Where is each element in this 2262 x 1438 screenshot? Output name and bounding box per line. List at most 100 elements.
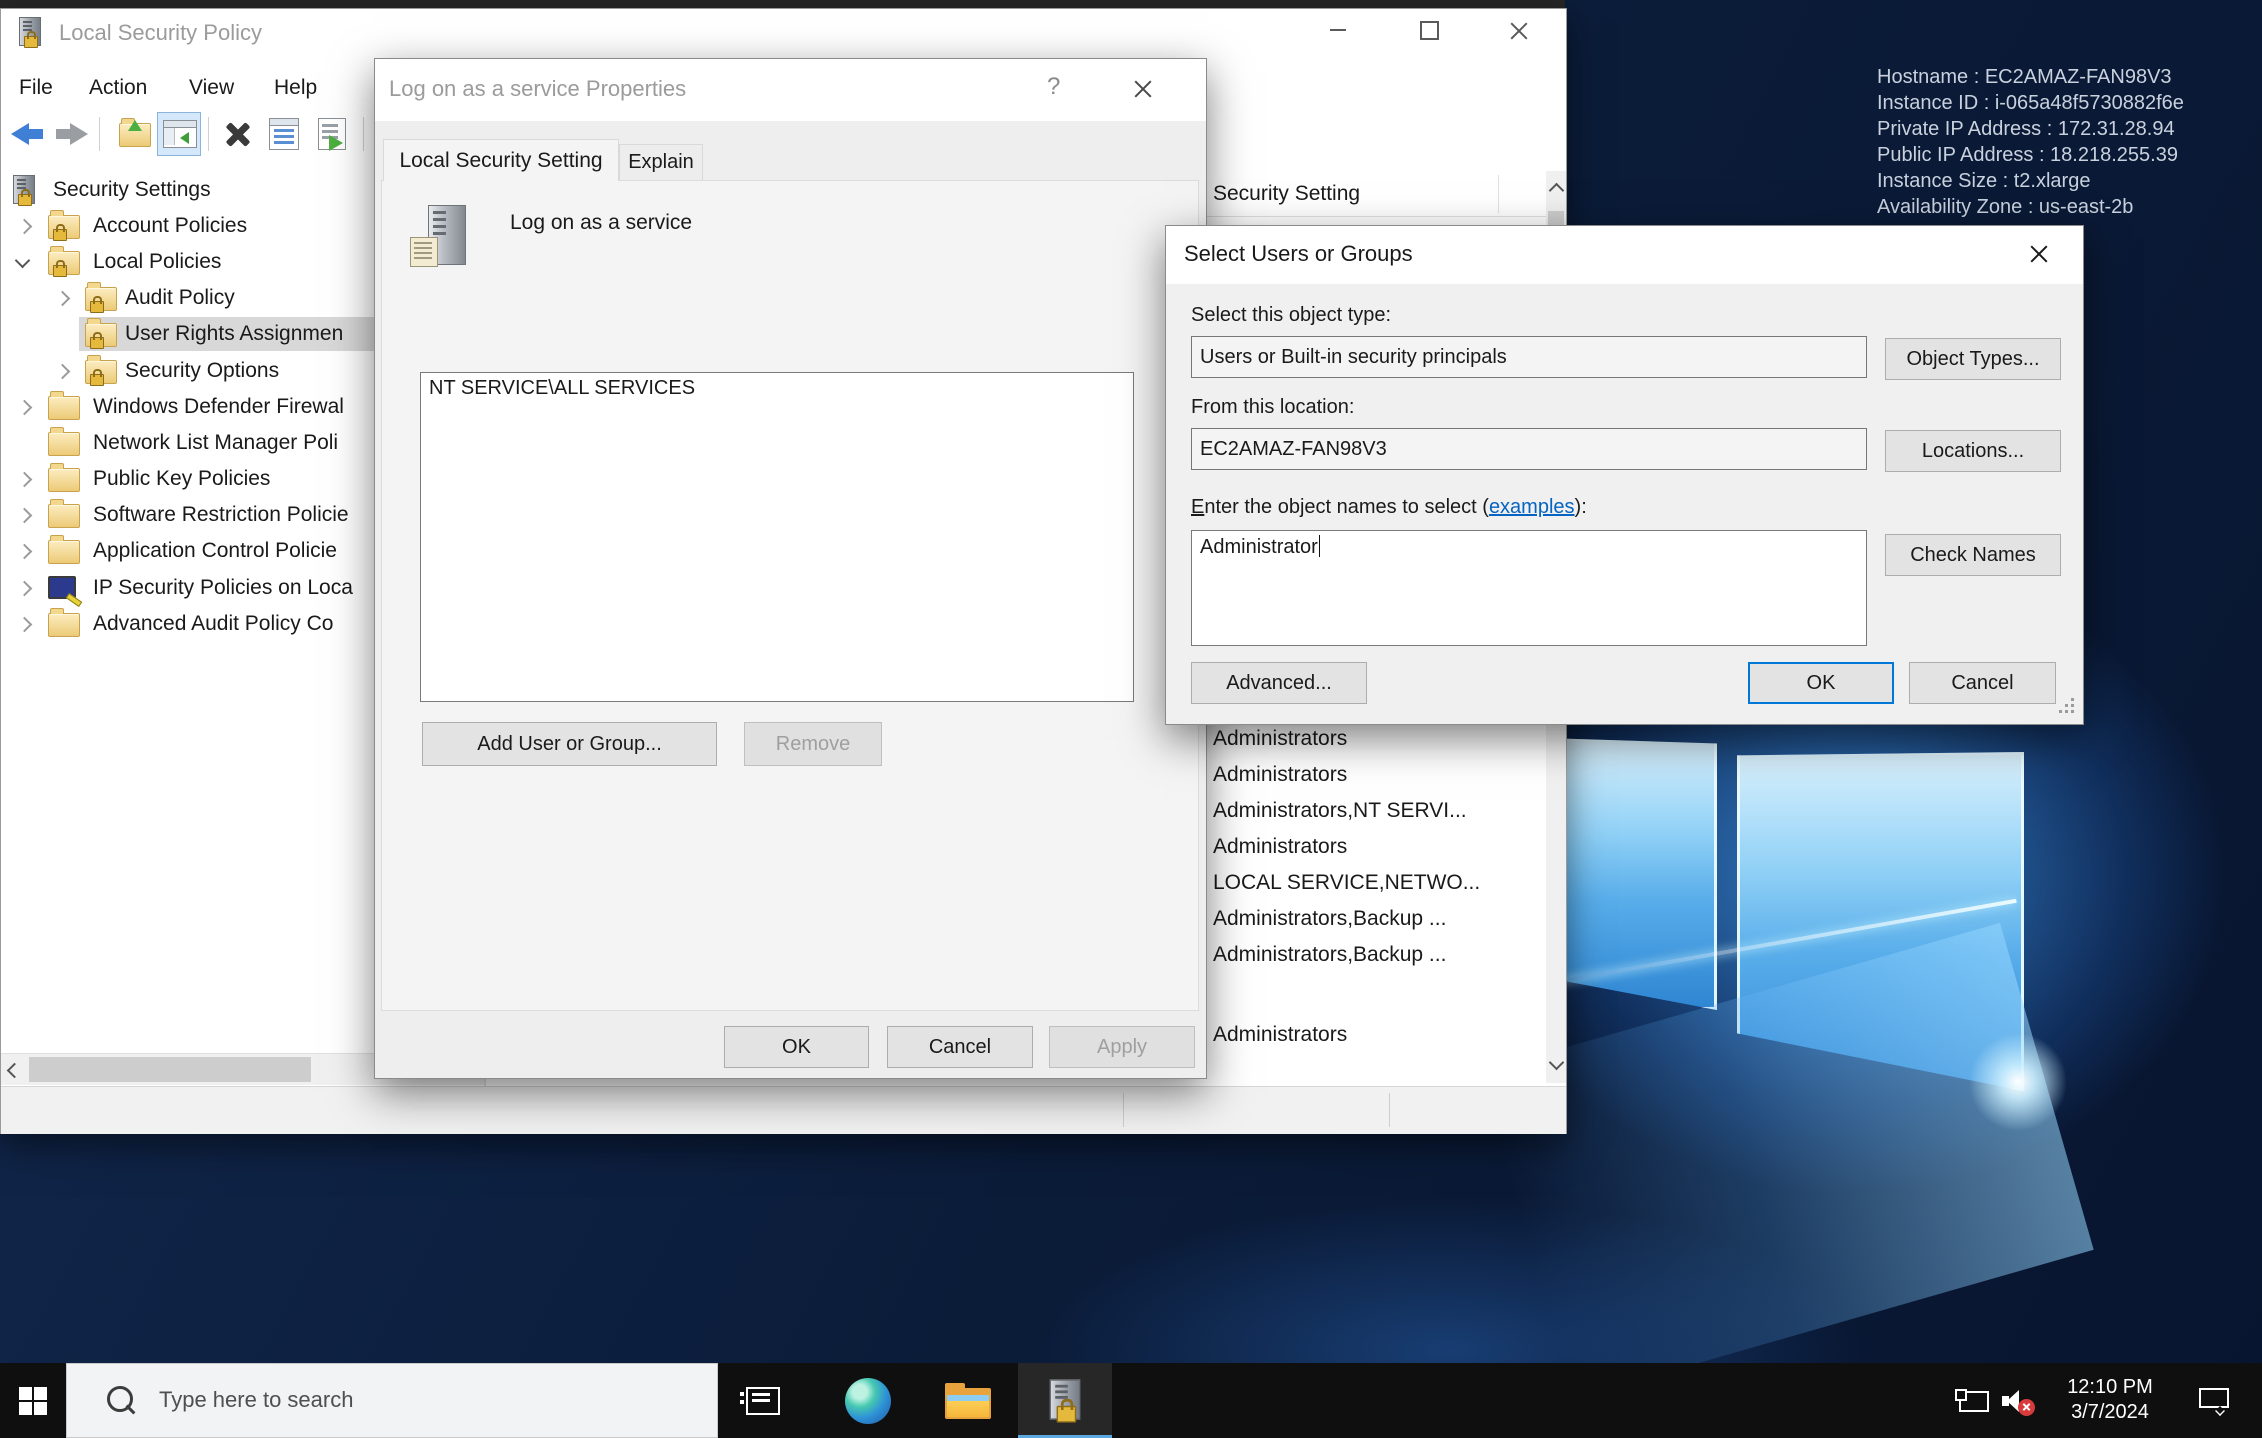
tree-item-label: Public Key Policies bbox=[93, 467, 270, 491]
apply-button[interactable]: Apply bbox=[1049, 1026, 1195, 1068]
examples-link[interactable]: examples bbox=[1489, 496, 1575, 518]
back-icon-tail bbox=[29, 129, 43, 139]
ok-button[interactable]: OK bbox=[724, 1026, 869, 1068]
maximize-button[interactable] bbox=[1420, 21, 1439, 40]
menu-action[interactable]: Action bbox=[89, 76, 147, 100]
advanced-button[interactable]: Advanced... bbox=[1191, 662, 1367, 704]
menu-help[interactable]: Help bbox=[274, 76, 317, 100]
tree-item-label: Windows Defender Firewal bbox=[93, 395, 344, 419]
menu-view[interactable]: View bbox=[189, 76, 234, 100]
tab-explain[interactable]: Explain bbox=[619, 144, 703, 181]
scroll-up-icon[interactable] bbox=[1549, 183, 1565, 199]
instance-info-line: Instance Size : t2.xlarge bbox=[1877, 168, 2184, 194]
close-button[interactable] bbox=[1508, 21, 1530, 41]
tab-page: Log on as a service NT SERVICE\ALL SERVI… bbox=[381, 180, 1199, 1011]
check-names-button[interactable]: Check Names bbox=[1885, 534, 2061, 576]
list-item[interactable]: LOCAL SERVICE,NETWO... bbox=[1213, 871, 1480, 895]
chevron-right-icon[interactable] bbox=[17, 581, 33, 597]
cancel-button[interactable]: Cancel bbox=[887, 1026, 1033, 1068]
object-type-field: Users or Built-in security principals bbox=[1191, 336, 1867, 378]
title-bar[interactable]: Local Security Policy bbox=[1, 9, 1566, 51]
locations-button[interactable]: Locations... bbox=[1885, 430, 2061, 472]
chevron-right-icon[interactable] bbox=[55, 291, 71, 307]
folder-lock-icon bbox=[85, 287, 117, 311]
app-icon bbox=[1050, 1379, 1081, 1420]
object-types-button[interactable]: Object Types... bbox=[1885, 338, 2061, 380]
dialog-title: Select Users or Groups bbox=[1184, 241, 1413, 267]
list-item[interactable]: Administrators,Backup ... bbox=[1213, 907, 1446, 931]
up-folder-icon[interactable] bbox=[119, 123, 151, 147]
folder-lock-icon bbox=[48, 215, 80, 239]
close-icon[interactable] bbox=[2028, 244, 2050, 264]
clock[interactable]: 12:10 PM 3/7/2024 bbox=[2050, 1375, 2170, 1425]
chevron-right-icon[interactable] bbox=[17, 219, 33, 235]
menu-file[interactable]: File bbox=[19, 76, 53, 100]
folder-icon bbox=[48, 396, 80, 420]
file-explorer-button[interactable] bbox=[940, 1363, 996, 1438]
object-type-label: Select this object type: bbox=[1191, 304, 1391, 327]
member-entry[interactable]: NT SERVICE\ALL SERVICES bbox=[429, 377, 695, 400]
object-names-label-text: nter the object names to select ( bbox=[1204, 496, 1489, 518]
scroll-left-icon[interactable] bbox=[7, 1063, 23, 1079]
chevron-down-icon[interactable] bbox=[15, 253, 31, 269]
dialog-title: Log on as a service Properties bbox=[389, 76, 686, 102]
policy-icon-paper bbox=[410, 237, 438, 267]
volume-tray-button[interactable] bbox=[1994, 1363, 2044, 1438]
ipsec-monitor-key-icon bbox=[48, 576, 76, 599]
edge-browser-button[interactable] bbox=[840, 1363, 896, 1438]
close-icon[interactable] bbox=[1132, 79, 1154, 99]
folder-lock-icon bbox=[85, 323, 117, 347]
toolbar-separator bbox=[363, 117, 364, 151]
dialog-title-bar[interactable]: Select Users or Groups bbox=[1166, 226, 2083, 284]
scroll-down-icon[interactable] bbox=[1549, 1055, 1565, 1071]
chevron-right-icon[interactable] bbox=[17, 472, 33, 488]
tree-item-label: Audit Policy bbox=[125, 286, 235, 310]
add-user-or-group-button[interactable]: Add User or Group... bbox=[422, 722, 717, 766]
tab-local-security-setting[interactable]: Local Security Setting bbox=[383, 139, 619, 181]
chevron-right-icon[interactable] bbox=[55, 364, 71, 380]
minimize-button[interactable] bbox=[1330, 29, 1346, 31]
delete-icon[interactable] bbox=[223, 119, 253, 149]
object-names-value: Administrator bbox=[1200, 535, 1320, 559]
network-tray-button[interactable] bbox=[1946, 1363, 1996, 1438]
column-header-security-setting[interactable]: Security Setting bbox=[1213, 182, 1360, 206]
chevron-right-icon[interactable] bbox=[17, 544, 33, 560]
resize-grip[interactable] bbox=[2059, 698, 2075, 714]
members-listbox[interactable]: NT SERVICE\ALL SERVICES bbox=[420, 372, 1134, 702]
local-security-policy-taskbar-button[interactable] bbox=[1018, 1363, 1112, 1438]
action-center-button[interactable] bbox=[2186, 1363, 2242, 1438]
list-item[interactable]: Administrators bbox=[1213, 835, 1347, 859]
list-item[interactable]: Administrators bbox=[1213, 763, 1347, 787]
edge-icon bbox=[845, 1378, 891, 1424]
scrollbar-thumb[interactable] bbox=[29, 1057, 311, 1082]
cancel-button[interactable]: Cancel bbox=[1909, 662, 2056, 704]
column-divider[interactable] bbox=[1498, 175, 1499, 213]
show-console-tree-icon[interactable] bbox=[157, 112, 201, 156]
object-names-textarea[interactable]: Administrator bbox=[1191, 530, 1867, 646]
back-icon[interactable] bbox=[11, 123, 29, 145]
taskbar-search-box[interactable]: Type here to search bbox=[66, 1363, 718, 1438]
export-list-icon[interactable] bbox=[318, 118, 346, 150]
list-item[interactable]: Administrators bbox=[1213, 727, 1347, 751]
location-value: EC2AMAZ-FAN98V3 bbox=[1200, 438, 1387, 461]
forward-icon[interactable] bbox=[70, 123, 88, 145]
dialog-title-bar[interactable]: Log on as a service Properties ? bbox=[375, 59, 1206, 121]
clock-time: 12:10 PM bbox=[2050, 1375, 2170, 1400]
tree-item-label: User Rights Assignmen bbox=[125, 322, 343, 346]
help-button[interactable]: ? bbox=[1047, 73, 1060, 101]
remove-button[interactable]: Remove bbox=[744, 722, 882, 766]
status-bar-divider bbox=[1389, 1093, 1390, 1127]
list-item[interactable]: Administrators,Backup ... bbox=[1213, 943, 1446, 967]
tree-item-label: Security Settings bbox=[53, 178, 211, 202]
start-button[interactable] bbox=[0, 1363, 66, 1438]
chevron-right-icon[interactable] bbox=[17, 508, 33, 524]
task-view-button[interactable] bbox=[735, 1363, 791, 1438]
list-item[interactable]: Administrators,NT SERVI... bbox=[1213, 799, 1467, 823]
ok-button[interactable]: OK bbox=[1748, 662, 1894, 704]
list-item[interactable]: Administrators bbox=[1213, 1023, 1347, 1047]
tree-item-label: Software Restriction Policie bbox=[93, 503, 349, 527]
chevron-right-icon[interactable] bbox=[17, 617, 33, 633]
properties-icon[interactable] bbox=[269, 118, 299, 150]
chevron-right-icon[interactable] bbox=[17, 400, 33, 416]
app-icon bbox=[19, 17, 41, 46]
